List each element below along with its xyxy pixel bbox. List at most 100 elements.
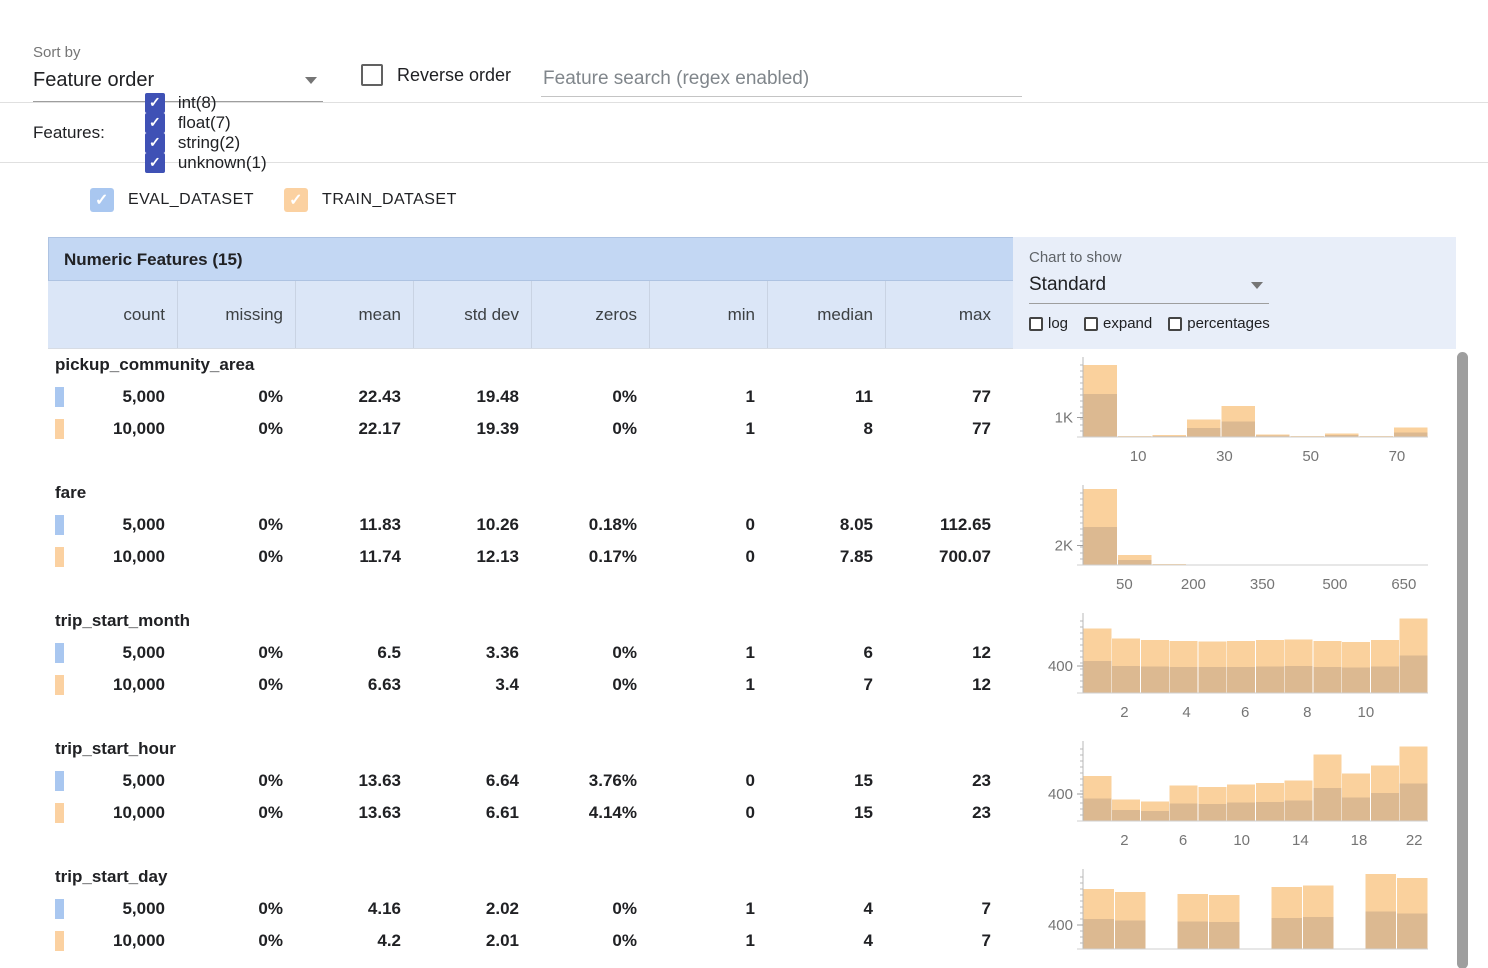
stat-max: 7 — [885, 893, 1003, 925]
feature-filter-unknown[interactable]: ✓unknown(1) — [145, 153, 267, 173]
chart-type-select[interactable]: Standard — [1029, 266, 1269, 304]
stat-std-dev: 6.61 — [413, 797, 531, 829]
feature-block: trip_start_hour5,0000%13.636.643.76%0152… — [48, 733, 1013, 861]
stat-min: 0 — [649, 509, 767, 541]
stat-median: 11 — [767, 381, 885, 413]
chart-to-show-label: Chart to show — [1029, 249, 1456, 266]
chart-option-percentages[interactable]: percentages — [1168, 315, 1270, 332]
stat-count: 10,000 — [48, 669, 177, 701]
dataset-color-swatch — [55, 387, 64, 407]
dropdown-arrow-icon — [305, 77, 317, 84]
feature-name: trip_start_hour — [48, 733, 1013, 765]
stat-mean: 4.16 — [295, 893, 413, 925]
stat-missing: 0% — [177, 765, 295, 797]
svg-text:400: 400 — [1048, 658, 1073, 675]
checkbox-unchecked-icon[interactable] — [1029, 317, 1043, 331]
svg-text:2: 2 — [1120, 832, 1128, 849]
feature-search-input[interactable] — [541, 62, 1022, 97]
feature-histograms: 1K103050702K5020035050065040024681040026… — [1013, 349, 1456, 968]
stat-median: 15 — [767, 765, 885, 797]
feature-block: trip_start_day5,0000%4.162.020%14710,000… — [48, 861, 1013, 968]
column-header-std-dev: std dev — [413, 281, 531, 348]
checkbox-checked-icon[interactable]: ✓ — [145, 133, 165, 153]
feature-histogram: 4002610141822 — [1013, 733, 1456, 861]
feature-filter-int[interactable]: ✓int(8) — [145, 93, 267, 113]
dropdown-arrow-icon — [1251, 282, 1263, 289]
stat-max: 77 — [885, 413, 1003, 445]
feature-filter-string[interactable]: ✓string(2) — [145, 133, 267, 153]
stats-row-train: 10,0000%6.633.40%1712 — [48, 669, 1013, 701]
chart-option-list: log expand percentages — [1029, 315, 1456, 332]
stat-std-dev: 6.64 — [413, 765, 531, 797]
stat-zeros: 0% — [531, 381, 649, 413]
chart-option-label: percentages — [1187, 315, 1270, 332]
stat-max: 112.65 — [885, 509, 1003, 541]
checkbox-unchecked-icon[interactable] — [1084, 317, 1098, 331]
feature-block: trip_start_month5,0000%6.53.360%161210,0… — [48, 605, 1013, 733]
stat-count: 5,000 — [48, 381, 177, 413]
svg-text:30: 30 — [1216, 448, 1233, 465]
stat-median: 15 — [767, 797, 885, 829]
stat-zeros: 0% — [531, 637, 649, 669]
stat-std-dev: 3.36 — [413, 637, 531, 669]
stat-median: 8.05 — [767, 509, 885, 541]
stat-max: 77 — [885, 381, 1003, 413]
stats-row-eval: 5,0000%11.8310.260.18%08.05112.65 — [48, 509, 1013, 541]
stat-min: 0 — [649, 541, 767, 573]
chart-option-expand[interactable]: expand — [1084, 315, 1152, 332]
stat-missing: 0% — [177, 541, 295, 573]
checkbox-unchecked-icon[interactable] — [1168, 317, 1182, 331]
chart-panel: Chart to show Standard log expand percenta… — [1013, 237, 1456, 968]
stats-row-eval: 5,0000%4.162.020%147 — [48, 893, 1013, 925]
svg-text:2K: 2K — [1055, 538, 1073, 555]
stat-min: 1 — [649, 413, 767, 445]
svg-text:70: 70 — [1389, 448, 1406, 465]
vertical-scrollbar-thumb[interactable] — [1457, 352, 1468, 968]
dataset-legend: ✓EVAL_DATASET ✓TRAIN_DATASET — [0, 163, 1488, 237]
stat-count: 10,000 — [48, 541, 177, 573]
stat-min: 0 — [649, 797, 767, 829]
stat-std-dev: 3.4 — [413, 669, 531, 701]
stat-zeros: 3.76% — [531, 765, 649, 797]
dataset-toggle-train[interactable]: ✓TRAIN_DATASET — [284, 188, 457, 212]
column-header-median: median — [767, 281, 885, 348]
chart-option-log[interactable]: log — [1029, 315, 1068, 332]
feature-histogram: 1K10305070 — [1013, 349, 1456, 477]
histogram-chart: 1K10305070 — [1013, 349, 1443, 477]
reverse-order-checkbox[interactable] — [361, 64, 383, 86]
chart-controls: Chart to show Standard log expand percenta… — [1013, 237, 1456, 349]
feature-filter-float[interactable]: ✓float(7) — [145, 113, 267, 133]
stat-max: 23 — [885, 765, 1003, 797]
stats-row-train: 10,0000%13.636.614.14%01523 — [48, 797, 1013, 829]
stat-mean: 4.2 — [295, 925, 413, 957]
column-header-missing: missing — [177, 281, 295, 348]
chart-type-value: Standard — [1029, 274, 1106, 296]
checkbox-checked-icon[interactable]: ✓ — [145, 153, 165, 173]
checkbox-checked-icon[interactable]: ✓ — [284, 188, 308, 212]
stat-missing: 0% — [177, 413, 295, 445]
feature-filter-list: ✓int(8)✓float(7)✓string(2)✓unknown(1) — [145, 93, 311, 173]
feature-histogram: 2K50200350500650 — [1013, 477, 1456, 605]
feature-name: trip_start_month — [48, 605, 1013, 637]
stat-std-dev: 10.26 — [413, 509, 531, 541]
stat-mean: 6.5 — [295, 637, 413, 669]
reverse-order-toggle[interactable]: Reverse order — [361, 64, 511, 86]
feature-name: trip_start_day — [48, 861, 1013, 893]
dataset-toggle-eval[interactable]: ✓EVAL_DATASET — [90, 188, 254, 212]
dataset-color-swatch — [55, 899, 64, 919]
stat-min: 1 — [649, 925, 767, 957]
sort-by-value: Feature order — [33, 69, 154, 92]
stat-mean: 6.63 — [295, 669, 413, 701]
stat-std-dev: 2.02 — [413, 893, 531, 925]
svg-text:6: 6 — [1241, 704, 1249, 721]
stat-min: 1 — [649, 669, 767, 701]
table-title: Numeric Features (15) — [48, 237, 1013, 281]
stat-mean: 11.74 — [295, 541, 413, 573]
checkbox-checked-icon[interactable]: ✓ — [145, 93, 165, 113]
feature-type-filters: Features: ✓int(8)✓float(7)✓string(2)✓unk… — [0, 103, 1488, 162]
checkbox-checked-icon[interactable]: ✓ — [90, 188, 114, 212]
stat-count: 5,000 — [48, 509, 177, 541]
stat-min: 0 — [649, 765, 767, 797]
checkbox-checked-icon[interactable]: ✓ — [145, 113, 165, 133]
histogram-chart: 400 — [1013, 861, 1443, 968]
